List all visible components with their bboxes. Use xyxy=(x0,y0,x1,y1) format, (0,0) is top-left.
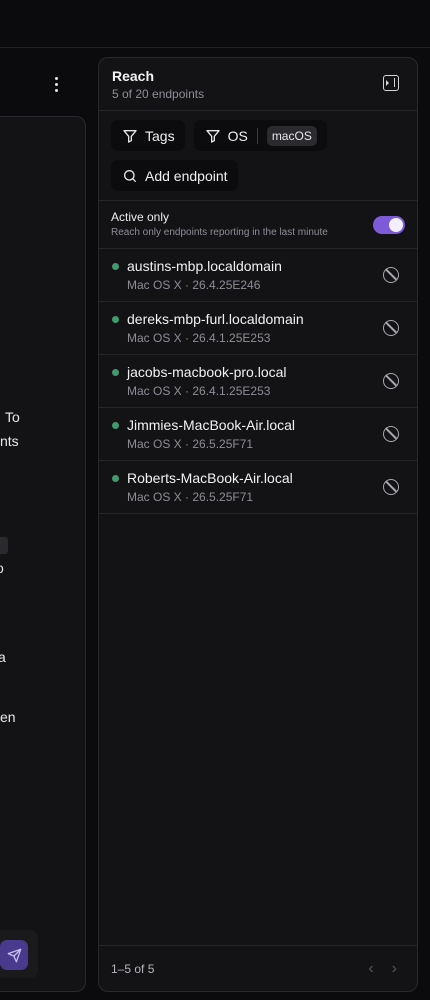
left-text-fragment: a xyxy=(0,649,6,665)
online-status-icon xyxy=(112,263,119,270)
chip-divider xyxy=(256,127,258,144)
os-filter-value: macOS xyxy=(266,125,317,146)
pagination-range: 1–5 of 5 xyxy=(111,961,155,976)
online-status-icon xyxy=(112,316,119,323)
endpoint-count: 5 of 20 endpoints xyxy=(112,87,205,101)
online-status-icon xyxy=(112,422,119,429)
active-only-row: Active only Reach only endpoints reporti… xyxy=(99,201,417,249)
endpoint-row[interactable]: Jimmies-MacBook-Air.local Mac OS X · 26.… xyxy=(99,408,417,461)
left-badge xyxy=(0,537,8,554)
panel-title: Reach xyxy=(112,68,155,84)
filter-bar: Tags OS macOS Add endpoint xyxy=(99,111,417,201)
os-filter-button[interactable]: OS macOS xyxy=(193,120,327,151)
active-only-title: Active only xyxy=(111,210,170,224)
exclude-endpoint-icon[interactable] xyxy=(383,426,399,442)
endpoint-list: austins-mbp.localdomain Mac OS X · 26.4.… xyxy=(99,249,417,514)
active-only-toggle[interactable] xyxy=(373,216,405,234)
active-only-description: Reach only endpoints reporting in the la… xyxy=(111,227,328,238)
left-text-fragment: To xyxy=(5,409,20,425)
left-panel xyxy=(0,116,86,992)
online-status-icon xyxy=(112,475,119,482)
left-text-fragment: o xyxy=(0,560,4,576)
endpoint-name: austins-mbp.localdomain xyxy=(127,258,282,274)
endpoint-os: Mac OS X · 26.4.25E246 xyxy=(127,278,261,292)
endpoint-name: dereks-mbp-furl.localdomain xyxy=(127,311,304,327)
send-icon xyxy=(7,948,21,962)
exclude-endpoint-icon[interactable] xyxy=(383,267,399,283)
exclude-endpoint-icon[interactable] xyxy=(383,373,399,389)
endpoint-name: Jimmies-MacBook-Air.local xyxy=(127,417,296,433)
toggle-knob xyxy=(389,218,403,232)
chevron-right-icon[interactable]: › xyxy=(392,960,397,977)
reach-panel: Reach 5 of 20 endpoints Tags OS macOS Ad… xyxy=(98,57,418,992)
endpoint-name: Roberts-MacBook-Air.local xyxy=(127,470,293,486)
panel-footer: 1–5 of 5 ‹ › xyxy=(99,945,417,991)
chevron-left-icon[interactable]: ‹ xyxy=(368,960,373,977)
left-text-fragment: en xyxy=(0,709,16,725)
send-button[interactable] xyxy=(0,940,28,970)
top-bar xyxy=(0,0,430,48)
endpoint-os: Mac OS X · 26.5.25F71 xyxy=(127,437,254,451)
filter-icon xyxy=(205,129,220,143)
endpoint-os: Mac OS X · 26.4.1.25E253 xyxy=(127,331,271,345)
pagination-controls: ‹ › xyxy=(368,960,397,977)
search-icon xyxy=(124,169,136,182)
exclude-endpoint-icon[interactable] xyxy=(383,479,399,495)
filter-icon xyxy=(123,129,137,143)
endpoint-os: Mac OS X · 26.4.1.25E253 xyxy=(127,384,271,398)
endpoint-name: jacobs-macbook-pro.local xyxy=(127,364,287,380)
endpoint-row[interactable]: jacobs-macbook-pro.local Mac OS X · 26.4… xyxy=(99,355,417,408)
exclude-endpoint-icon[interactable] xyxy=(383,320,399,336)
collapse-panel-icon[interactable] xyxy=(383,75,399,91)
add-endpoint-label: Add endpoint xyxy=(145,167,228,184)
online-status-icon xyxy=(112,369,119,376)
add-endpoint-button[interactable]: Add endpoint xyxy=(111,160,238,191)
tags-filter-button[interactable]: Tags xyxy=(111,120,185,151)
endpoint-row[interactable]: Roberts-MacBook-Air.local Mac OS X · 26.… xyxy=(99,461,417,514)
os-filter-label: OS xyxy=(227,127,248,144)
tags-filter-label: Tags xyxy=(145,127,175,144)
left-text-fragment: nts xyxy=(0,433,19,449)
more-options-icon[interactable] xyxy=(46,74,66,94)
panel-header: Reach 5 of 20 endpoints xyxy=(99,58,417,111)
endpoint-os: Mac OS X · 26.5.25F71 xyxy=(127,490,254,504)
endpoint-row[interactable]: austins-mbp.localdomain Mac OS X · 26.4.… xyxy=(99,249,417,302)
endpoint-row[interactable]: dereks-mbp-furl.localdomain Mac OS X · 2… xyxy=(99,302,417,355)
